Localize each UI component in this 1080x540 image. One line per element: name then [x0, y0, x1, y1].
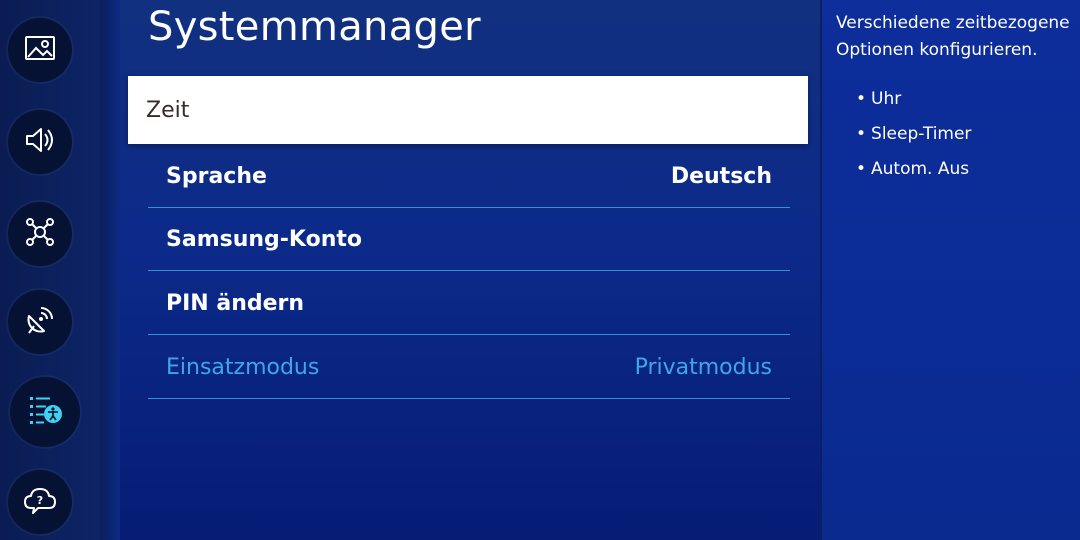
page-title: Systemmanager — [148, 4, 481, 50]
help-list-item: • Sleep-Timer — [856, 117, 971, 152]
help-item-text: Sleep-Timer — [871, 124, 972, 144]
help-panel: Verschiedene zeitbezogene Optionen konfi… — [820, 0, 1080, 540]
menu-item-value: Privatmodus — [634, 355, 772, 380]
broadcast-icon — [22, 302, 58, 342]
sound-icon — [22, 122, 58, 162]
menu-item-value: Deutsch — [670, 164, 772, 189]
rail-item-broadcast[interactable] — [8, 290, 72, 354]
picture-icon — [22, 30, 58, 70]
support-icon: ? — [22, 482, 58, 522]
svg-text:?: ? — [37, 494, 43, 507]
help-list-item: • Autom. Aus — [856, 152, 971, 187]
menu-item-time[interactable]: Zeit — [128, 76, 808, 144]
menu-item-usage-mode: Einsatzmodus Privatmodus — [148, 337, 790, 399]
help-item-text: Uhr — [871, 89, 902, 109]
help-list: • Uhr • Sleep-Timer • Autom. Aus — [856, 82, 971, 187]
settings-category-rail: ? — [0, 0, 100, 540]
help-description: Verschiedene zeitbezogene Optionen konfi… — [836, 13, 1070, 60]
menu-item-label: Einsatzmodus — [166, 355, 320, 380]
menu-item-label: Zeit — [146, 97, 190, 123]
help-item-text: Autom. Aus — [871, 159, 970, 179]
menu-item-label: Sprache — [166, 164, 267, 189]
settings-panel: Systemmanager Zeit Sprache Deutsch Samsu… — [120, 0, 820, 540]
menu-item-change-pin[interactable]: PIN ändern — [148, 273, 790, 335]
rail-item-support[interactable]: ? — [8, 470, 72, 534]
rail-item-general[interactable] — [10, 377, 80, 447]
bullet-icon: • — [856, 124, 867, 144]
general-settings-icon — [27, 392, 63, 432]
bullet-icon: • — [856, 159, 867, 179]
tv-settings-screen: ? Systemmanager Zeit Sprache Deutsch Sam… — [0, 0, 1080, 540]
menu-item-label: PIN ändern — [166, 291, 305, 316]
rail-divider — [100, 0, 120, 540]
network-icon — [22, 214, 58, 254]
menu-item-language[interactable]: Sprache Deutsch — [148, 146, 790, 208]
help-list-item: • Uhr — [856, 82, 971, 117]
menu-item-samsung-account[interactable]: Samsung-Konto — [148, 209, 790, 271]
menu-item-label: Samsung-Konto — [166, 227, 362, 252]
bullet-icon: • — [856, 89, 867, 109]
rail-item-picture[interactable] — [8, 18, 72, 82]
rail-item-network[interactable] — [8, 202, 72, 266]
rail-item-sound[interactable] — [8, 110, 72, 174]
